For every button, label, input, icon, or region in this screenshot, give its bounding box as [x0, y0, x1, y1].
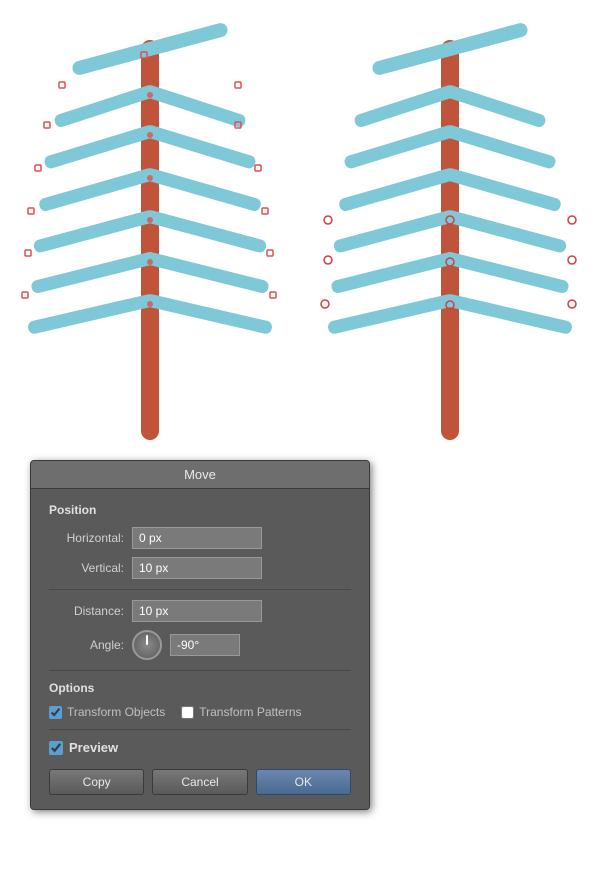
distance-input[interactable] [132, 600, 262, 622]
transform-patterns-label: Transform Patterns [199, 705, 301, 719]
dialog-body: Position Horizontal: Vertical: Distance:… [31, 489, 369, 809]
right-tree [320, 10, 580, 450]
transform-objects-label: Transform Objects [67, 705, 165, 719]
preview-label: Preview [69, 740, 118, 755]
canvas-area [0, 0, 600, 460]
options-section-label: Options [49, 681, 351, 695]
preview-row: Preview [49, 740, 351, 755]
divider-1 [49, 589, 351, 590]
cancel-button[interactable]: Cancel [152, 769, 247, 795]
preview-checkbox[interactable] [49, 741, 63, 755]
copy-button[interactable]: Copy [49, 769, 144, 795]
vertical-input[interactable] [132, 557, 262, 579]
angle-label: Angle: [49, 638, 124, 652]
vertical-row: Vertical: [49, 557, 351, 579]
transform-objects-checkbox[interactable] [49, 706, 62, 719]
left-tree [20, 10, 280, 450]
vertical-label: Vertical: [49, 561, 124, 575]
dialog-title: Move [31, 461, 369, 489]
divider-2 [49, 670, 351, 671]
angle-row: Angle: [49, 630, 351, 660]
transform-objects-option[interactable]: Transform Objects [49, 705, 165, 719]
button-row: Copy Cancel OK [49, 769, 351, 795]
transform-patterns-option[interactable]: Transform Patterns [181, 705, 301, 719]
horizontal-label: Horizontal: [49, 531, 124, 545]
options-checkboxes: Transform Objects Transform Patterns [49, 705, 351, 719]
move-dialog: Move Position Horizontal: Vertical: Dist… [30, 460, 370, 810]
angle-input[interactable] [170, 634, 240, 656]
distance-row: Distance: [49, 600, 351, 622]
horizontal-input[interactable] [132, 527, 262, 549]
options-section: Options Transform Objects Transform Patt… [49, 681, 351, 719]
ok-button[interactable]: OK [256, 769, 351, 795]
position-section-label: Position [49, 503, 351, 517]
angle-dial[interactable] [132, 630, 162, 660]
distance-label: Distance: [49, 604, 124, 618]
divider-3 [49, 729, 351, 730]
transform-patterns-checkbox[interactable] [181, 706, 194, 719]
horizontal-row: Horizontal: [49, 527, 351, 549]
